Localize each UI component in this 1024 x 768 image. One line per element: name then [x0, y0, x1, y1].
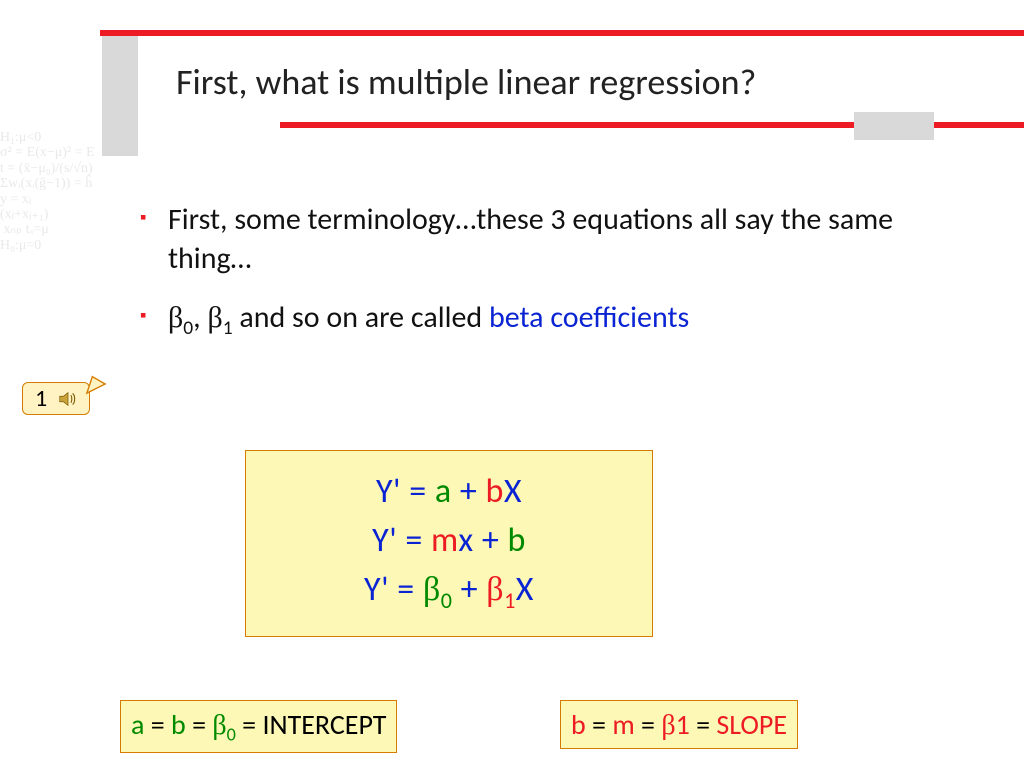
eq3-sub1: 1 [504, 587, 516, 614]
decoration-gray-left [102, 36, 138, 156]
page-title: First, what is multiple linear regressio… [176, 60, 756, 104]
equation-row-3: Y' = β0 + β1X [264, 569, 634, 614]
subscript-1: 1 [223, 316, 233, 340]
bullet-list: First, some terminology…these 3 equation… [140, 200, 964, 361]
list-item: First, some terminology…these 3 equation… [140, 200, 964, 278]
eq-text: = [144, 707, 171, 742]
intercept-label: INTERCEPT [262, 707, 386, 742]
equation-row-2: Y' = mx + b [264, 520, 634, 561]
callout-arrow-icon [85, 373, 107, 395]
eq3-beta1: β [486, 571, 504, 608]
intercept-a: a [131, 707, 144, 742]
subscript-0: 0 [183, 316, 193, 340]
eq2-x: x [458, 520, 473, 561]
annotation-callout: 1 [22, 382, 90, 415]
intercept-sub0: 0 [227, 724, 236, 746]
eq1-plus: + [452, 471, 486, 512]
eq3-sub0: 0 [441, 587, 453, 614]
eq3-plus: + [452, 569, 486, 610]
eq-text: = [186, 707, 213, 742]
eq2-y: Y' = [372, 520, 431, 561]
beta-symbol: β [207, 301, 222, 334]
slope-b: b [571, 707, 586, 742]
eq1-a: a [435, 471, 452, 512]
background-math-decoration: H₁:μ<0 σ² = E(x−μ)² = E t = (x̄−μ₀)/(s/√… [0, 130, 110, 510]
eq3-beta0: β [423, 571, 441, 608]
speaker-icon [57, 388, 79, 410]
eq1-x: X [504, 471, 522, 512]
eq-text: = [236, 707, 263, 742]
slope-label: SLOPE [716, 707, 787, 742]
eq1-b: b [485, 471, 503, 512]
separator: , [193, 299, 207, 336]
equation-row-1: Y' = a + bX [264, 471, 634, 512]
callout-number: 1 [35, 384, 47, 413]
eq3-x: X [516, 569, 534, 610]
intercept-beta: β [212, 710, 226, 741]
slope-m: m [612, 707, 634, 742]
slope-beta: β [661, 710, 675, 741]
intercept-b: b [171, 707, 186, 742]
bullet-mid-text: and so on are called [233, 299, 489, 336]
equations-box: Y' = a + bX Y' = mx + b Y' = β0 + β1X [245, 450, 653, 637]
eq-text: = [690, 707, 717, 742]
intercept-box: a = b = β0 = INTERCEPT [120, 700, 397, 753]
beta-symbol: β [168, 301, 183, 334]
eq2-plus: + [474, 520, 508, 561]
term-beta-coefficients: beta coefficients [489, 299, 689, 336]
slope-sub1: 1 [676, 707, 690, 742]
decoration-gray-right [854, 112, 934, 140]
eq3-y: Y' = [364, 569, 423, 610]
slope-box: b = m = β1 = SLOPE [560, 700, 798, 749]
eq-text: = [586, 707, 613, 742]
eq2-m: m [431, 520, 458, 561]
eq2-b: b [507, 520, 525, 561]
callout-box: 1 [22, 382, 90, 415]
eq-text: = [635, 707, 662, 742]
list-item: β0, β1 and so on are called beta coeffic… [140, 298, 964, 341]
eq1-y: Y' = [376, 471, 435, 512]
decoration-rule-top [100, 30, 1024, 36]
